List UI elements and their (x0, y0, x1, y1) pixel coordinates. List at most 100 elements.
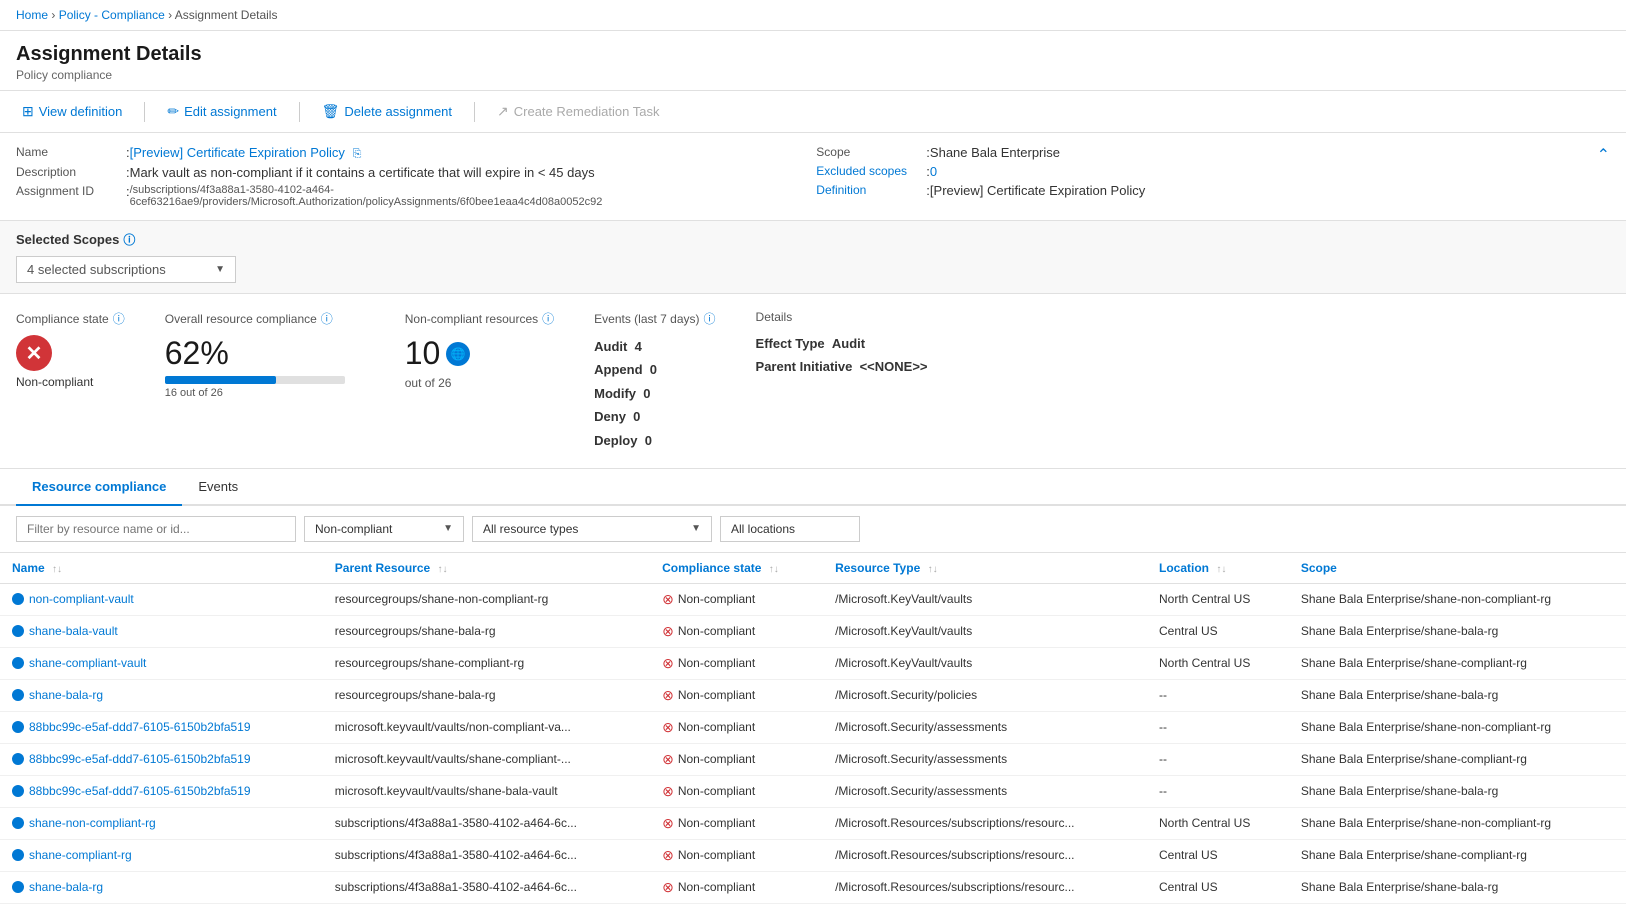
locations-filter[interactable]: All locations (720, 516, 860, 542)
resource-name-link-8[interactable]: shane-compliant-rg (29, 848, 132, 862)
scopes-label: Selected Scopes ⓘ (16, 231, 1610, 248)
compliance-badge-icon-3: ⊗ (662, 687, 674, 704)
cell-scope-6: Shane Bala Enterprise/shane-bala-rg (1289, 775, 1626, 807)
col-location[interactable]: Location ↑↓ (1147, 553, 1289, 584)
delete-assignment-button[interactable]: 🗑 Delete assignment (316, 99, 458, 124)
scopes-dropdown[interactable]: 4 selected subscriptions ▼ (16, 256, 236, 283)
breadcrumb-policy-compliance[interactable]: Policy - Compliance (59, 8, 165, 22)
col-parent-resource[interactable]: Parent Resource ↑↓ (323, 553, 650, 584)
non-compliant-display: 10 🌐 (405, 335, 554, 372)
resource-name-link-7[interactable]: shane-non-compliant-rg (29, 816, 156, 830)
excluded-scopes-row: Excluded scopes : 0 (816, 164, 1596, 179)
compliance-state-text-5: Non-compliant (678, 752, 755, 766)
events-card: Events (last 7 days) ⓘ Audit 4 Append 0 … (594, 310, 715, 452)
cell-parent-0: resourcegroups/shane-non-compliant-rg (323, 583, 650, 615)
copy-icon[interactable]: ⎘ (353, 148, 362, 160)
resource-types-filter[interactable]: All resource types ▼ (472, 516, 712, 542)
col-compliance-state[interactable]: Compliance state ↑↓ (650, 553, 823, 584)
compliance-state-chevron-icon: ▼ (443, 523, 453, 534)
compliance-state-filter[interactable]: Non-compliant ▼ (304, 516, 464, 542)
resource-name-link-5[interactable]: 88bbc99c-e5af-ddd7-6105-6150b2bfa519 (29, 752, 251, 766)
resource-name-link-3[interactable]: shane-bala-rg (29, 688, 103, 702)
cell-location-4: -- (1147, 711, 1289, 743)
compliance-state-text-1: Non-compliant (678, 624, 755, 638)
col-name[interactable]: Name ↑↓ (0, 553, 323, 584)
cell-parent-7: subscriptions/4f3a88a1-3580-4102-a464-6c… (323, 807, 650, 839)
resource-name-link-1[interactable]: shane-bala-vault (29, 624, 118, 638)
modify-row: Modify 0 (594, 382, 715, 405)
definition-row: Definition : [Preview] Certificate Expir… (816, 183, 1596, 198)
cell-name-4: 88bbc99c-e5af-ddd7-6105-6150b2bfa519 (0, 711, 323, 743)
compliance-badge-icon-7: ⊗ (662, 815, 674, 832)
col-scope[interactable]: Scope (1289, 553, 1626, 584)
cell-compliance-9: ⊗ Non-compliant (650, 871, 823, 903)
name-value-link[interactable]: [Preview] Certificate Expiration Policy (130, 145, 345, 160)
assignment-id-row: Assignment ID : /subscriptions/4f3a88a1-… (16, 184, 796, 208)
resource-name-filter[interactable] (16, 516, 296, 542)
table-row: 88bbc99c-e5af-ddd7-6105-6150b2bfa519 mic… (0, 711, 1626, 743)
compliance-state-text-8: Non-compliant (678, 848, 755, 862)
collapse-button[interactable]: ⌃ (1597, 145, 1610, 165)
cell-location-7: North Central US (1147, 807, 1289, 839)
compliance-state-text-2: Non-compliant (678, 656, 755, 670)
cell-name-1: shane-bala-vault (0, 615, 323, 647)
cell-resource-type-8: /Microsoft.Resources/subscriptions/resou… (823, 839, 1147, 871)
edit-assignment-button[interactable]: ✏ Edit assignment (161, 99, 282, 124)
col-resource-type[interactable]: Resource Type ↑↓ (823, 553, 1147, 584)
cell-name-2: shane-compliant-vault (0, 647, 323, 679)
overall-info-icon: ⓘ (321, 310, 333, 327)
table-row: shane-compliant-vault resourcegroups/sha… (0, 647, 1626, 679)
compliance-state-text-4: Non-compliant (678, 720, 755, 734)
table-row: shane-bala-rg resourcegroups/shane-bala-… (0, 679, 1626, 711)
resource-name-link-9[interactable]: shane-bala-rg (29, 880, 103, 894)
breadcrumb-home[interactable]: Home (16, 8, 48, 22)
description-row: Description : Mark vault as non-complian… (16, 165, 796, 180)
cell-parent-3: resourcegroups/shane-bala-rg (323, 679, 650, 711)
cell-compliance-1: ⊗ Non-compliant (650, 615, 823, 647)
resource-name-link-2[interactable]: shane-compliant-vault (29, 656, 146, 670)
compliance-sort-icon: ↑↓ (769, 564, 779, 575)
compliance-badge-icon-2: ⊗ (662, 655, 674, 672)
compliance-state-text: Non-compliant (16, 375, 93, 389)
scopes-chevron-icon: ▼ (215, 264, 225, 275)
append-row: Append 0 (594, 358, 715, 381)
compliance-state-info-icon: ⓘ (113, 310, 125, 327)
table-row: non-compliant-vault resourcegroups/shane… (0, 583, 1626, 615)
resource-name-link-0[interactable]: non-compliant-vault (29, 592, 134, 606)
resource-name-link-4[interactable]: 88bbc99c-e5af-ddd7-6105-6150b2bfa519 (29, 720, 251, 734)
cell-scope-5: Shane Bala Enterprise/shane-compliant-rg (1289, 743, 1626, 775)
create-remediation-button[interactable]: ↗ Create Remediation Task (491, 99, 665, 124)
details-grid: Name : [Preview] Certificate Expiration … (16, 145, 1597, 208)
cell-parent-6: microsoft.keyvault/vaults/shane-bala-vau… (323, 775, 650, 807)
toolbar-divider3 (474, 102, 475, 122)
locations-filter-value: All locations (731, 522, 795, 536)
details-card-label: Details (756, 310, 928, 324)
cell-scope-3: Shane Bala Enterprise/shane-bala-rg (1289, 679, 1626, 711)
remediation-icon: ↗ (497, 103, 509, 120)
progress-bar-fill (165, 376, 277, 384)
cell-name-5: 88bbc99c-e5af-ddd7-6105-6150b2bfa519 (0, 743, 323, 775)
resource-icon-7 (12, 817, 24, 829)
cell-compliance-7: ⊗ Non-compliant (650, 807, 823, 839)
table-body: non-compliant-vault resourcegroups/shane… (0, 583, 1626, 903)
cell-resource-type-6: /Microsoft.Security/assessments (823, 775, 1147, 807)
compliance-state-text-7: Non-compliant (678, 816, 755, 830)
view-definition-button[interactable]: ⊞ View definition (16, 99, 128, 124)
compliance-state-text-3: Non-compliant (678, 688, 755, 702)
tab-resource-compliance[interactable]: Resource compliance (16, 469, 182, 506)
cell-name-8: shane-compliant-rg (0, 839, 323, 871)
delete-icon: 🗑 (322, 103, 340, 120)
resource-types-filter-value: All resource types (483, 522, 578, 536)
compliance-badge-icon-4: ⊗ (662, 719, 674, 736)
excluded-scopes-value[interactable]: 0 (930, 164, 937, 179)
table-header-row: Name ↑↓ Parent Resource ↑↓ Compliance st… (0, 553, 1626, 584)
deny-row: Deny 0 (594, 405, 715, 428)
tab-events[interactable]: Events (182, 469, 254, 506)
resource-types-chevron-icon: ▼ (691, 523, 701, 534)
cell-scope-4: Shane Bala Enterprise/shane-non-complian… (1289, 711, 1626, 743)
name-sort-icon: ↑↓ (52, 564, 62, 575)
resource-icon-5 (12, 753, 24, 765)
resource-name-link-6[interactable]: 88bbc99c-e5af-ddd7-6105-6150b2bfa519 (29, 784, 251, 798)
overall-fraction: 16 out of 26 (165, 387, 365, 399)
resource-icon-2 (12, 657, 24, 669)
